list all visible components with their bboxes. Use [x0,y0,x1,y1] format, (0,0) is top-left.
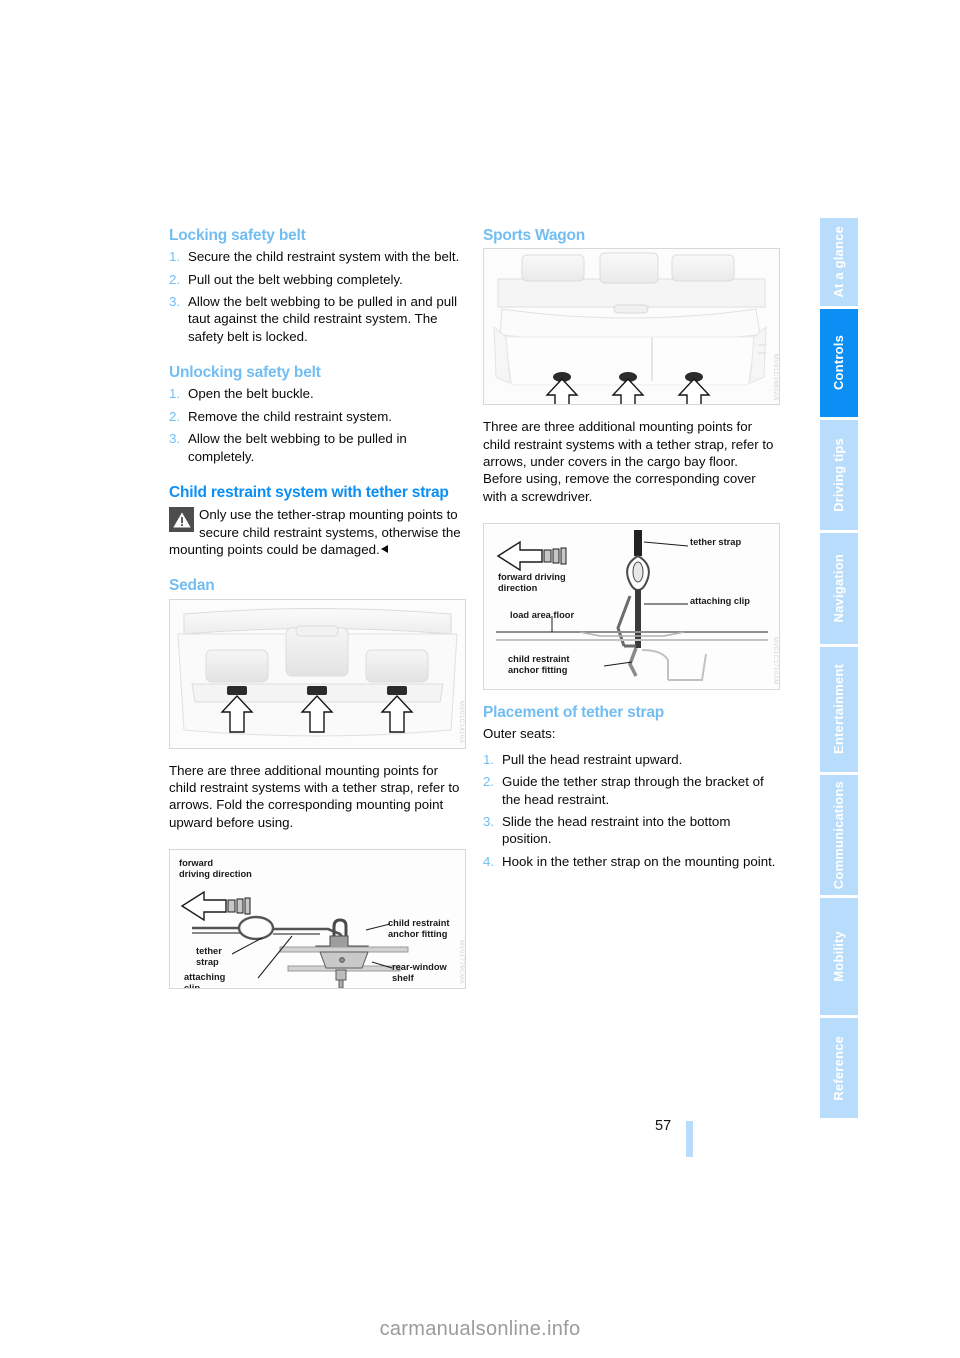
step-number: 3. [483,813,495,829]
unlocking-steps-list: 1. Open the belt buckle. 2. Remove the c… [169,385,466,464]
step-text: Allow the belt webbing to be pulled in c… [188,431,407,464]
site-watermark: carmanualsonline.info [379,1318,581,1340]
figure-sedan-rear-shelf: MV01C1410A [169,598,466,749]
heading-child-restraint-tether-strap: Child restraint system with tether strap [169,483,449,501]
step-text: Hook in the tether strap on the mounting… [502,853,776,869]
list-item: 2. Guide the tether strap through the br… [483,773,780,808]
list-item: 2. Pull out the belt webbing completely. [169,271,466,288]
figure-sports-wagon-cargo-bay: MV01C1680AS [483,248,780,406]
nav-tab-mobility[interactable]: Mobility [820,897,858,1016]
list-item: 2. Remove the child restraint system. [169,408,466,425]
step-text: Secure the child restraint system with t… [188,249,460,265]
step-number: 1. [169,386,181,402]
manual-page: At a glance Controls Driving tips Naviga… [0,0,960,1358]
nav-tab-label: Mobility [831,931,846,982]
label-tether-strap: tether strap [690,537,742,548]
page-marker-bar [686,1121,693,1157]
nav-tab-label: Controls [831,335,846,391]
step-number: 2. [169,408,181,424]
locking-steps-list: 1. Secure the child restraint system wit… [169,248,466,345]
step-number: 1. [169,249,181,265]
label-attaching-clip: attaching clip [690,596,750,607]
figure-wagon-tether-diagram: tether strap attaching clip forward driv… [483,523,780,691]
label-attaching-clip: attaching clip [184,972,226,989]
step-number: 4. [483,853,495,869]
label-rear-window-shelf: rear-window shelf [392,962,447,983]
nav-tab-label: Navigation [831,554,846,623]
nav-tab-label: At a glance [831,226,846,298]
step-text: Allow the belt webbing to be pulled in a… [188,294,458,344]
step-text: Remove the child restraint system. [188,408,392,424]
sports-wagon-cargo-illustration [484,249,779,405]
nav-tab-label: Communications [831,780,846,889]
heading-sports-wagon: Sports Wagon [483,227,586,244]
label-child-restraint-anchor-fitting: child restraint anchor fitting [508,654,570,676]
label-child-restraint-anchor-fitting: child restraint anchor fitting [388,918,450,939]
list-item: 3. Allow the belt webbing to be pulled i… [169,430,466,465]
figure-code: MV01779CMA [458,939,464,984]
sedan-rear-shelf-illustration [170,599,465,748]
heading-sedan: Sedan [169,577,215,595]
figure-code: MV01C1680AS [772,353,778,401]
right-text-column: Sports Wagon MV01C1680AS Three are three… [483,226,780,875]
warning-triangle-icon [169,507,194,533]
figure-code: MV01C1710AM [772,637,778,686]
note-end-arrow-icon [380,544,388,553]
list-item: 3. Allow the belt webbing to be pulled i… [169,293,466,345]
step-text: Guide the tether strap through the brack… [502,774,764,807]
page-number: 57 [655,1118,672,1134]
label-forward-driving-direction: forward driving direction [498,572,566,594]
figure-sedan-tether-diagram: forward driving direction tether strap a… [169,849,466,989]
nav-tab-label: Reference [831,1035,846,1101]
placement-intro-text: Outer seats: [483,726,556,742]
nav-tab-controls[interactable]: Controls [820,309,858,417]
list-item: 1. Secure the child restraint system wit… [169,248,466,265]
heading-unlocking-safety-belt: Unlocking safety belt [169,364,321,382]
sedan-body-text: There are three additional mounting poin… [169,762,460,830]
list-item: 3. Slide the head restraint into the bot… [483,813,780,848]
step-text: Pull the head restraint upward. [502,751,683,767]
heading-locking-safety-belt: Locking safety belt [169,227,306,244]
label-tether-strap: tether strap [196,946,222,967]
step-number: 2. [169,271,181,287]
nav-tab-at-a-glance[interactable]: At a glance [820,218,858,306]
list-item: 1. Open the belt buckle. [169,385,466,402]
left-text-column: Locking safety belt 1. Secure the child … [169,226,466,989]
step-number: 1. [483,751,495,767]
list-item: 4. Hook in the tether strap on the mount… [483,853,780,870]
label-forward-driving-direction: forward driving direction [179,858,252,879]
step-text: Pull out the belt webbing completely. [188,271,403,287]
nav-tab-navigation[interactable]: Navigation [820,533,858,644]
step-text: Slide the head restraint into the bottom… [502,813,731,847]
step-text: Open the belt buckle. [188,386,314,402]
step-number: 2. [483,774,495,790]
step-number: 3. [169,294,181,310]
figure-code: MV01C1410A [458,701,464,744]
heading-placement-of-tether-strap: Placement of tether strap [483,704,665,722]
warning-note: Only use the tether-strap mounting point… [169,506,466,558]
nav-tab-communications[interactable]: Communications [820,774,858,895]
label-load-area-floor: load area floor [510,610,575,621]
placement-steps-list: 1. Pull the head restraint upward. 2. Gu… [483,751,780,870]
nav-tab-label: Entertainment [831,664,846,755]
sports-wagon-body-text: Three are three additional mounting poin… [483,419,774,504]
warning-text: Only use the tether-strap mounting point… [169,507,461,557]
section-nav-rail: At a glance Controls Driving tips Naviga… [820,218,858,1118]
warning-triangle-glyph [172,512,191,528]
nav-tab-reference[interactable]: Reference [820,1018,858,1118]
nav-tab-label: Driving tips [831,437,846,512]
nav-tab-driving-tips[interactable]: Driving tips [820,419,858,531]
list-item: 1. Pull the head restraint upward. [483,751,780,768]
step-number: 3. [169,431,181,447]
nav-tab-entertainment[interactable]: Entertainment [820,646,858,772]
